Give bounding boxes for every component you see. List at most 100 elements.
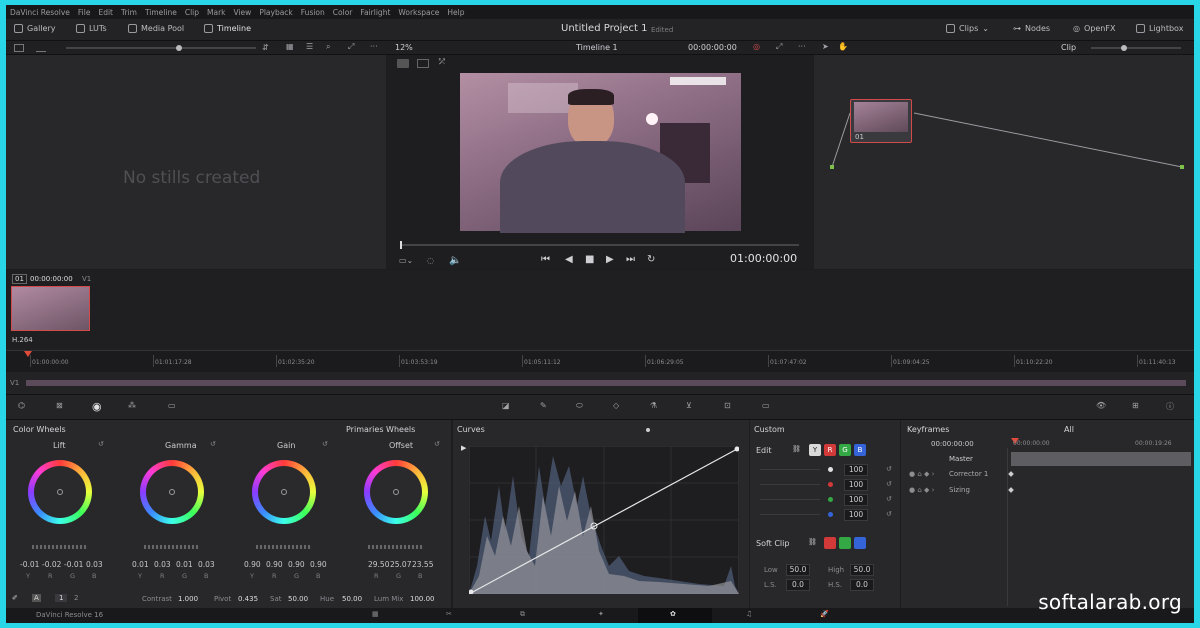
scrubber-handle[interactable] xyxy=(400,241,402,249)
channel-value[interactable]: 100 xyxy=(844,509,868,521)
wheel-value[interactable]: 0.03 xyxy=(154,560,171,569)
info-icon[interactable]: ⓘ xyxy=(1166,401,1174,412)
wheel-value[interactable]: 0.90 xyxy=(310,560,327,569)
ls-value[interactable]: 0.0 xyxy=(786,579,810,591)
go-to-start-icon[interactable]: ⏮ xyxy=(541,254,550,265)
window-icon[interactable]: ⬭ xyxy=(576,401,583,411)
softclip-b-chip[interactable] xyxy=(854,537,866,549)
wheel-value[interactable]: 0.90 xyxy=(266,560,283,569)
keyframes-filter[interactable]: All xyxy=(1064,425,1074,434)
stop-icon[interactable]: ■ xyxy=(585,254,594,265)
menu-item[interactable]: Fusion xyxy=(301,8,325,17)
keyframe-marker[interactable] xyxy=(1008,471,1014,477)
scope-icon[interactable]: ⤱ xyxy=(439,57,445,67)
luts-button[interactable]: LUTs xyxy=(76,24,107,33)
b-channel-chip[interactable]: B xyxy=(854,444,866,456)
color-match-icon[interactable]: ⊠ xyxy=(56,401,63,410)
slider-handle[interactable] xyxy=(1121,45,1127,51)
timeline-button[interactable]: Timeline xyxy=(204,24,251,33)
loop-playback-icon[interactable]: ↻ xyxy=(647,254,655,265)
camera-raw-icon[interactable]: ⌬ xyxy=(18,401,25,410)
tracker-icon[interactable]: ◇ xyxy=(613,401,619,410)
channel-value[interactable]: 100 xyxy=(844,479,868,491)
wheel-center-handle[interactable] xyxy=(393,489,399,495)
hs-value[interactable]: 0.0 xyxy=(850,579,874,591)
list-icon[interactable]: ☰ xyxy=(306,42,313,51)
softclip-g-chip[interactable] xyxy=(839,537,851,549)
page-2-button[interactable]: 2 xyxy=(74,594,78,602)
wheel-value[interactable]: 0.90 xyxy=(288,560,305,569)
wheel-value[interactable]: 0.03 xyxy=(198,560,215,569)
split-screen-icon[interactable] xyxy=(417,59,429,68)
lightbox-button[interactable]: Lightbox xyxy=(1136,24,1183,33)
sat-value[interactable]: 50.00 xyxy=(288,595,308,603)
wheel-value[interactable]: 25.07 xyxy=(390,560,411,569)
hue-value[interactable]: 50.00 xyxy=(342,595,362,603)
custom-mode-selector[interactable]: Custom xyxy=(754,425,785,434)
sort-icon[interactable] xyxy=(36,44,46,52)
wheel-value[interactable]: 29.50 xyxy=(368,560,389,569)
link-icon[interactable]: ⛓ xyxy=(808,538,817,546)
fairlight-page-icon[interactable]: ♫ xyxy=(746,610,752,618)
wheel-value[interactable]: 23.55 xyxy=(412,560,433,569)
wheel-value[interactable]: -0.01 xyxy=(20,560,39,569)
menu-item[interactable]: Color xyxy=(333,8,353,17)
reset-icon[interactable]: ↺ xyxy=(434,440,440,448)
play-icon[interactable]: ▶ xyxy=(606,254,614,265)
deliver-page-icon[interactable]: 🚀 xyxy=(820,610,829,618)
media-page-icon[interactable]: ▦ xyxy=(372,610,379,618)
viewer-zoom[interactable]: 12% xyxy=(395,43,413,52)
wheel-value[interactable]: 0.03 xyxy=(86,560,103,569)
pivot-value[interactable]: 0.435 xyxy=(238,595,258,603)
menu-item[interactable]: Workspace xyxy=(398,8,439,17)
high-value[interactable]: 50.0 xyxy=(850,564,874,576)
nodes-button[interactable]: ⊶ Nodes xyxy=(1013,24,1050,33)
more-icon[interactable]: ··· xyxy=(370,42,378,51)
auto-balance-icon[interactable]: A xyxy=(32,594,41,602)
track-toggle-icon[interactable]: ● ⌂ ◆ › xyxy=(909,470,934,478)
sizing-icon[interactable]: ▭ xyxy=(762,401,770,410)
expand-icon[interactable]: ⤢ xyxy=(348,42,354,52)
link-icon[interactable]: ⛓ xyxy=(792,445,801,453)
loop-icon[interactable]: ◌ xyxy=(427,256,434,265)
channel-slider[interactable] xyxy=(760,469,820,470)
channel-slider[interactable] xyxy=(760,499,820,500)
fullscreen-icon[interactable]: ⤢ xyxy=(776,42,782,52)
master-keyframe-track[interactable] xyxy=(1011,452,1191,466)
search-icon[interactable]: ⌕ xyxy=(326,42,330,52)
reset-icon[interactable]: ↺ xyxy=(98,440,104,448)
y-channel-chip[interactable]: Y xyxy=(809,444,821,456)
play-curve-icon[interactable]: ▶ xyxy=(461,444,466,452)
edit-page-icon[interactable]: ⧉ xyxy=(520,610,525,619)
low-value[interactable]: 50.0 xyxy=(786,564,810,576)
pen-icon[interactable]: ✐ xyxy=(12,594,18,602)
wheel-value[interactable]: 0.01 xyxy=(132,560,149,569)
motion-effects-icon[interactable]: ▭ xyxy=(168,401,176,410)
channel-slider[interactable] xyxy=(760,484,820,485)
viewer-options-icon[interactable]: ▭⌄ xyxy=(399,256,413,265)
scopes-icon[interactable]: ⊞ xyxy=(1132,401,1139,410)
menu-item[interactable]: Mark xyxy=(207,8,226,17)
track-clip-bar[interactable] xyxy=(26,380,1186,386)
rgb-mixer-icon[interactable]: ⁂ xyxy=(128,401,136,410)
menu-item[interactable]: DaVinci Resolve xyxy=(10,8,70,17)
menu-item[interactable]: Trim xyxy=(121,8,137,17)
master-wheel-slider[interactable] xyxy=(144,545,200,549)
master-wheel-slider[interactable] xyxy=(256,545,312,549)
menu-item[interactable]: Timeline xyxy=(145,8,177,17)
wheels-mode-selector[interactable]: Primaries Wheels xyxy=(346,425,415,434)
node-zoom-slider[interactable] xyxy=(1091,47,1181,49)
curves-icon[interactable]: ◪ xyxy=(502,401,510,410)
more-icon[interactable]: ··· xyxy=(798,42,806,51)
wheel-center-handle[interactable] xyxy=(281,489,287,495)
reset-icon[interactable]: ↺ xyxy=(886,510,892,518)
clip-thumbnail[interactable] xyxy=(11,286,90,331)
master-wheel-slider[interactable] xyxy=(368,545,424,549)
menu-item[interactable]: Clip xyxy=(185,8,199,17)
channel-value[interactable]: 100 xyxy=(844,464,868,476)
wheel-value[interactable]: 0.01 xyxy=(176,560,193,569)
hand-icon[interactable]: ✋ xyxy=(838,42,848,51)
reset-icon[interactable]: ↺ xyxy=(322,440,328,448)
contrast-value[interactable]: 1.000 xyxy=(178,595,198,603)
lum-mix-value[interactable]: 100.00 xyxy=(410,595,435,603)
